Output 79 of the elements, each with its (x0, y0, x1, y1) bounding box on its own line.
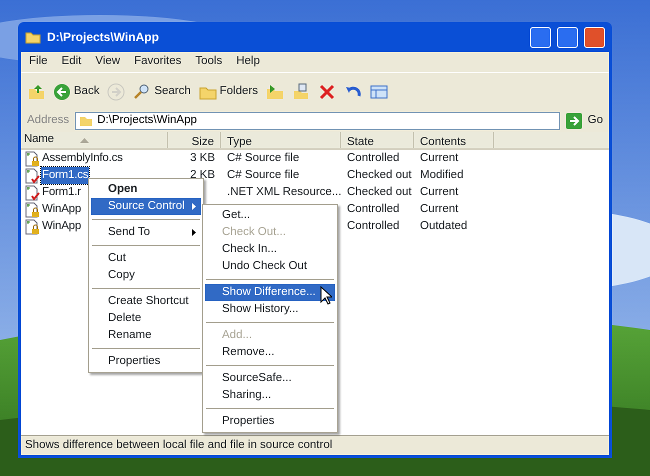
file-contents: Modified (420, 168, 464, 181)
menu-item[interactable]: Favorites (134, 53, 182, 71)
menu-item[interactable]: Undo Check Out (205, 258, 335, 275)
folder-icon (25, 30, 41, 44)
file-type: .NET XML Resource... (227, 186, 342, 198)
folders-button[interactable]: Folders (198, 82, 258, 100)
column-header[interactable]: Name (21, 132, 168, 148)
menu-item[interactable]: Cut (91, 250, 201, 267)
file-lock-icon (24, 218, 40, 234)
menu-item[interactable]: Sharing... (205, 387, 335, 404)
menu-item[interactable]: Remove... (205, 344, 335, 361)
file-contents: Current (420, 152, 458, 164)
go-icon[interactable] (566, 113, 582, 129)
file-state: Controlled (347, 220, 400, 232)
file-state: Controlled (347, 202, 400, 215)
maximize-button[interactable] (557, 26, 578, 48)
menu-item[interactable]: Create Shortcut (91, 293, 201, 310)
file-state: Checked out (347, 186, 412, 198)
menu-item[interactable]: Show Difference... (205, 284, 335, 301)
file-size: 2 KB (190, 168, 215, 181)
address-label: Address (27, 113, 70, 128)
file-type: C# Source file (227, 168, 300, 181)
file-contents: Current (420, 202, 458, 215)
menu-item[interactable]: File (29, 53, 48, 71)
menu-item[interactable]: Tools (195, 53, 222, 71)
menu-item[interactable]: SourceSafe... (205, 370, 335, 387)
folder-copy-icon[interactable] (292, 82, 310, 100)
file-type: C# Source file (227, 152, 300, 164)
close-button[interactable] (584, 26, 605, 48)
back-button[interactable]: Back (53, 82, 100, 100)
back-icon (53, 82, 71, 100)
sort-arrow-icon (80, 138, 89, 142)
menu-item[interactable]: Show History... (205, 301, 335, 318)
file-name[interactable]: Form1.r (41, 184, 82, 202)
file-name[interactable]: WinApp (41, 218, 82, 236)
column-header[interactable]: Contents (414, 132, 494, 148)
menu-item[interactable]: Delete (91, 310, 201, 327)
status-text: Shows difference between local file and file in source control (25, 438, 332, 453)
file-lock-icon (24, 202, 40, 218)
file-state: Checked out (347, 168, 412, 181)
file-name[interactable]: Form1.cs (41, 166, 90, 184)
views-icon[interactable] (370, 82, 388, 100)
file-contents: Current (420, 186, 458, 198)
folder-icon (79, 115, 94, 127)
menu-item[interactable]: Get... (205, 207, 335, 224)
folder-arrow-icon[interactable] (266, 82, 284, 100)
file-name[interactable]: WinApp (41, 200, 82, 218)
menu-item[interactable]: Open (91, 181, 201, 198)
menu-item[interactable]: Check In... (205, 241, 335, 258)
file-contents: Outdated (420, 220, 468, 232)
window-title: D:\Projects\WinApp (47, 29, 160, 46)
search-icon (133, 82, 152, 100)
file-state: Controlled (347, 152, 400, 164)
search-button[interactable]: Search (133, 82, 191, 100)
up-folder-icon[interactable] (27, 82, 45, 100)
menu-item[interactable]: Properties (205, 413, 335, 430)
address-field[interactable]: D:\Projects\WinApp (75, 112, 560, 130)
submenu-arrow-icon (192, 203, 196, 210)
minimize-button[interactable] (530, 26, 551, 48)
cursor-icon (320, 286, 332, 305)
menu-item[interactable]: Send To (91, 224, 201, 241)
file-check-icon (24, 184, 40, 200)
menu-item[interactable]: Rename (91, 327, 201, 344)
delete-icon[interactable] (318, 82, 336, 100)
submenu-arrow-icon (192, 229, 196, 236)
menu-item[interactable]: Copy (91, 267, 201, 284)
file-name[interactable]: AssemblyInfo.cs (41, 150, 124, 168)
menu-item[interactable]: View (95, 53, 120, 71)
menu-item[interactable]: Source Control (91, 198, 201, 215)
file-check-icon (24, 168, 40, 184)
menu-item[interactable]: Help (236, 53, 260, 71)
column-header[interactable]: State (341, 132, 414, 148)
menu-item[interactable]: Edit (62, 53, 82, 71)
file-size: 3 KB (190, 152, 215, 164)
file-lock-icon (24, 150, 40, 166)
column-header[interactable]: Type (221, 132, 341, 148)
go-button[interactable]: Go (588, 112, 603, 130)
menu-item[interactable]: Properties (91, 353, 201, 370)
column-header[interactable]: Size (168, 132, 221, 148)
